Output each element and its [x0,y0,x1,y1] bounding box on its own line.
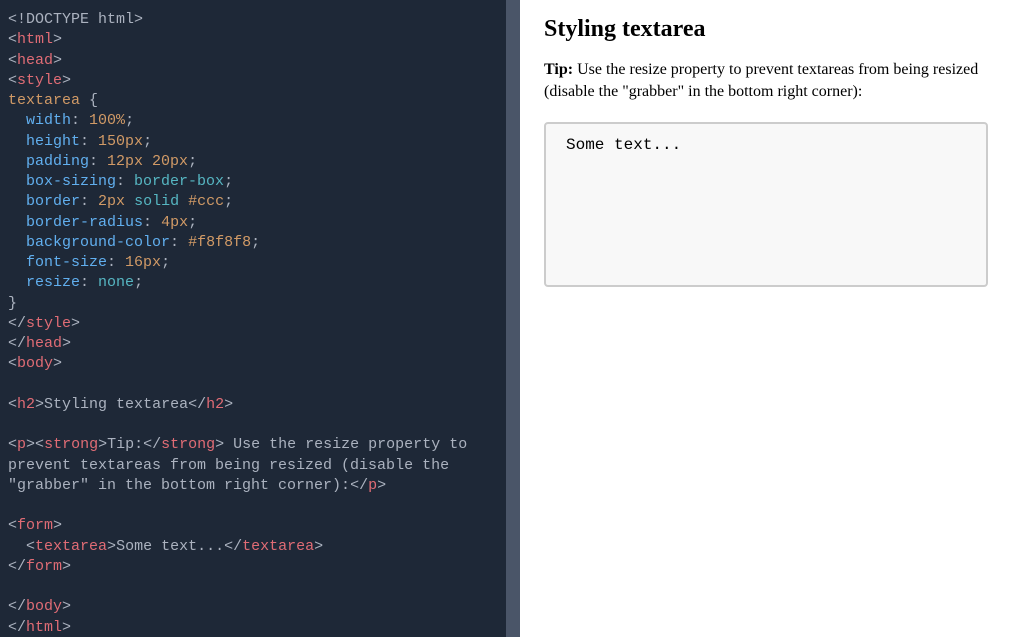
demo-textarea[interactable] [544,122,988,287]
tip-paragraph: Tip: Use the resize property to prevent … [544,59,988,102]
code-content[interactable]: <!DOCTYPE html> <html> <head> <style> te… [8,10,498,637]
doctype-line: <!DOCTYPE html> [8,11,143,28]
app-container: <!DOCTYPE html> <html> <head> <style> te… [0,0,1012,637]
preview-heading: Styling textarea [544,16,988,43]
preview-panel: Styling textarea Tip: Use the resize pro… [520,0,1012,637]
tip-label: Tip: [544,61,573,78]
panel-divider[interactable] [506,0,520,637]
code-editor-panel[interactable]: <!DOCTYPE html> <html> <head> <style> te… [0,0,506,637]
demo-form [544,122,988,292]
tip-text: Use the resize property to prevent texta… [544,61,978,100]
